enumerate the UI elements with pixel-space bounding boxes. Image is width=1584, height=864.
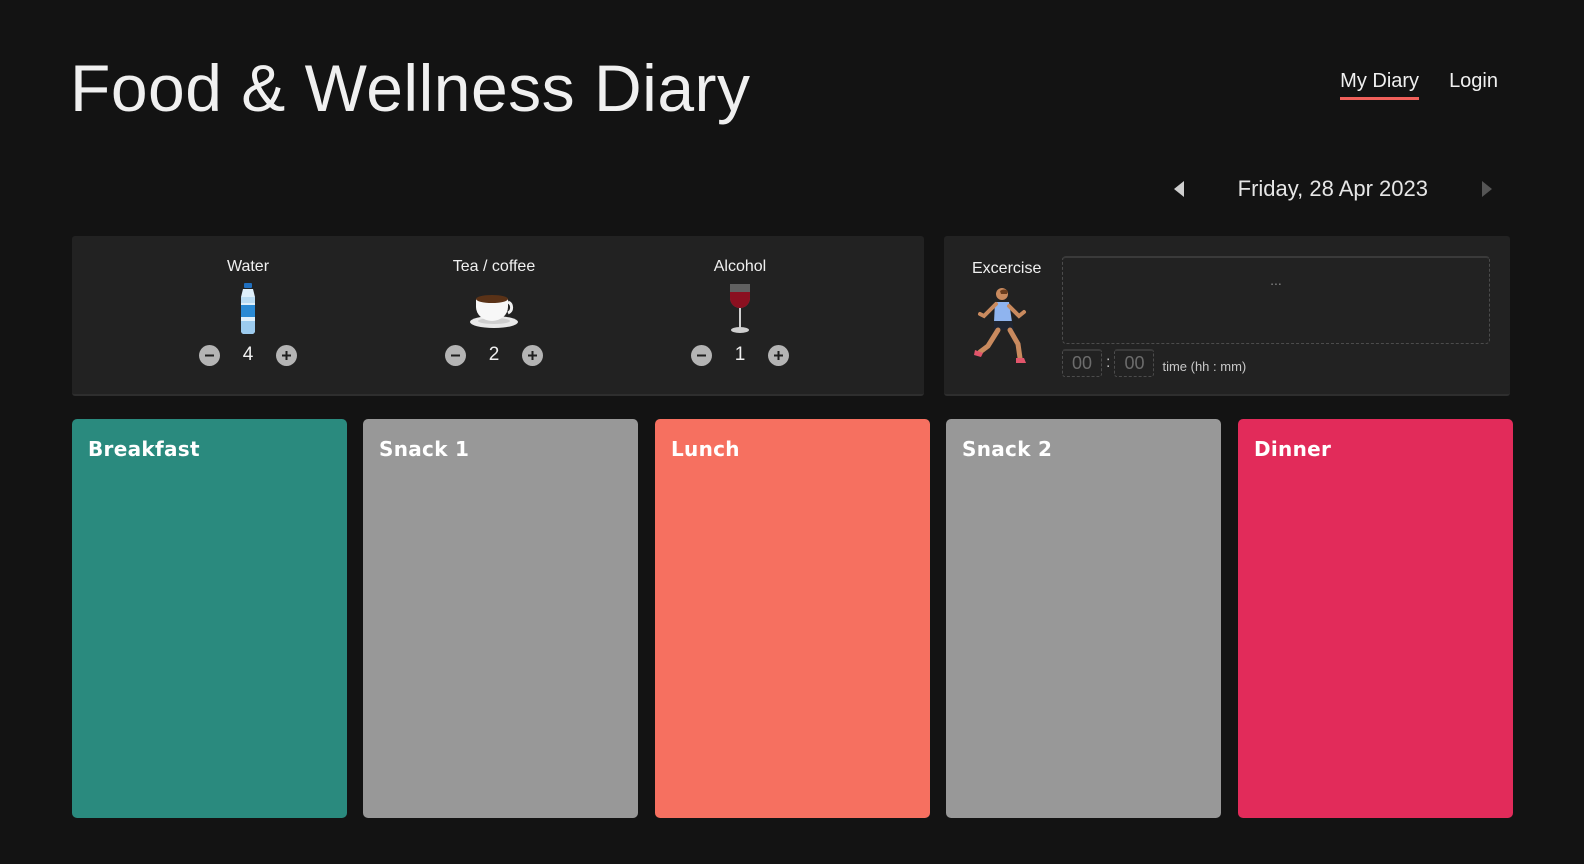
nav-login[interactable]: Login bbox=[1449, 70, 1498, 100]
tea-coffee-tracker: Tea / coffee 2 bbox=[424, 258, 564, 366]
meal-title: Snack 1 bbox=[379, 437, 470, 461]
next-day-button[interactable] bbox=[1480, 180, 1494, 198]
alcohol-count: 1 bbox=[734, 344, 746, 365]
water-tracker: Water 4 bbox=[178, 258, 318, 366]
time-separator: : bbox=[1106, 354, 1111, 371]
meal-card-breakfast[interactable]: Breakfast bbox=[72, 419, 347, 818]
app-title: Food & Wellness Diary bbox=[70, 51, 751, 125]
water-bottle-icon bbox=[178, 280, 318, 338]
meal-card-snack-1[interactable]: Snack 1 bbox=[363, 419, 638, 818]
meal-title: Dinner bbox=[1254, 437, 1332, 461]
alcohol-counter: 1 bbox=[670, 344, 810, 366]
alcohol-label: Alcohol bbox=[713, 258, 767, 275]
nav-my-diary[interactable]: My Diary bbox=[1340, 70, 1420, 100]
exercise-panel: Excercise ... 00 : 00 time (hh : mm) bbox=[944, 236, 1510, 396]
water-decrement-button[interactable] bbox=[199, 344, 220, 366]
meal-title: Lunch bbox=[671, 437, 740, 461]
alcohol-decrement-button[interactable] bbox=[691, 344, 712, 366]
date-navigator: Friday, 28 Apr 2023 bbox=[1172, 176, 1494, 202]
water-count: 4 bbox=[242, 344, 254, 365]
plus-icon bbox=[528, 350, 537, 360]
current-date: Friday, 28 Apr 2023 bbox=[1237, 176, 1428, 201]
minus-icon bbox=[697, 354, 706, 356]
chevron-right-icon bbox=[1482, 181, 1492, 197]
coffee-cup-icon bbox=[424, 280, 564, 338]
tea-coffee-increment-button[interactable] bbox=[522, 344, 543, 366]
wine-glass-icon bbox=[670, 280, 810, 338]
chevron-left-icon bbox=[1173, 181, 1184, 197]
plus-icon bbox=[774, 350, 783, 360]
exercise-minutes-input[interactable]: 00 bbox=[1114, 349, 1155, 377]
exercise-time: 00 : 00 time (hh : mm) bbox=[1062, 349, 1246, 377]
water-increment-button[interactable] bbox=[276, 344, 297, 366]
exercise-label: Excercise bbox=[972, 260, 1042, 277]
exercise-hours-input[interactable]: 00 bbox=[1062, 349, 1102, 377]
top-nav: My Diary Login bbox=[1340, 70, 1498, 100]
tea-coffee-decrement-button[interactable] bbox=[445, 344, 466, 366]
meal-title: Snack 2 bbox=[962, 437, 1053, 461]
minus-icon bbox=[205, 354, 214, 356]
previous-day-button[interactable] bbox=[1172, 180, 1186, 198]
tea-coffee-label: Tea / coffee bbox=[452, 258, 536, 275]
drinks-panel: Water 4 Tea / coffee 2 Alcohol 1 bbox=[72, 236, 924, 396]
runner-icon bbox=[974, 288, 1026, 363]
water-label: Water bbox=[226, 258, 270, 275]
alcohol-increment-button[interactable] bbox=[768, 344, 789, 366]
meal-card-snack-2[interactable]: Snack 2 bbox=[946, 419, 1221, 818]
tea-coffee-count: 2 bbox=[488, 344, 500, 365]
minus-icon bbox=[451, 354, 460, 356]
exercise-notes-input[interactable]: ... bbox=[1062, 256, 1490, 344]
time-hint: time (hh : mm) bbox=[1162, 358, 1247, 374]
meal-card-dinner[interactable]: Dinner bbox=[1238, 419, 1513, 818]
plus-icon bbox=[282, 350, 291, 360]
alcohol-tracker: Alcohol 1 bbox=[670, 258, 810, 366]
water-counter: 4 bbox=[178, 344, 318, 366]
meal-title: Breakfast bbox=[88, 437, 200, 461]
tea-coffee-counter: 2 bbox=[424, 344, 564, 366]
meal-card-lunch[interactable]: Lunch bbox=[655, 419, 930, 818]
